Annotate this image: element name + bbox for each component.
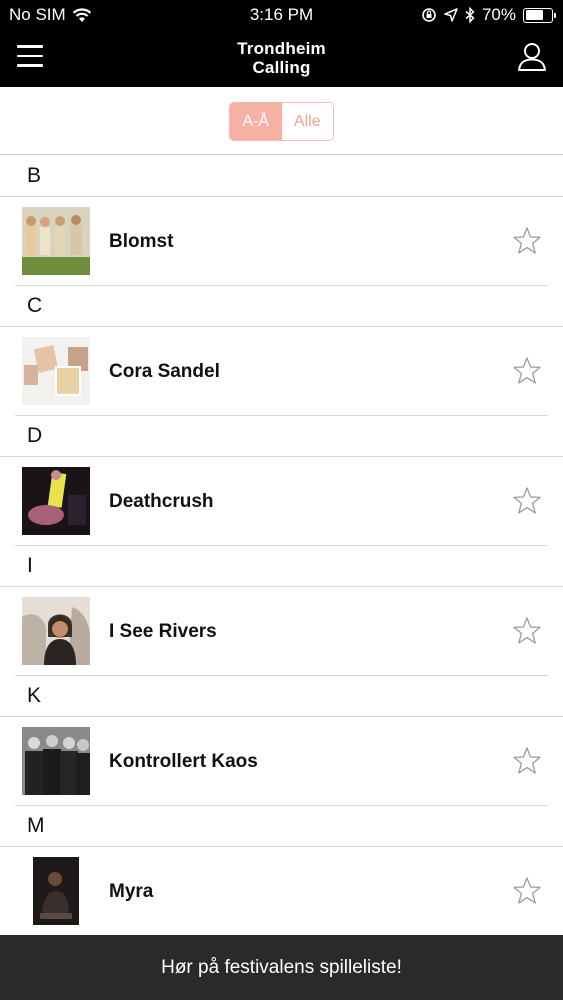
battery-fill [525,10,543,20]
artist-thumbnail [22,857,90,925]
section-header: B [0,156,563,197]
section-header: C [0,286,563,327]
playlist-button[interactable]: Hør på festivalens spilleliste! [0,935,563,1000]
favorite-star-icon[interactable] [512,876,542,906]
artist-name: Myra [109,880,154,902]
section-header: D [0,416,563,457]
artist-row[interactable]: I See Rivers [15,587,548,676]
artist-thumbnail [22,337,90,405]
artist-name: Kontrollert Kaos [109,750,258,772]
artist-thumbnail [22,207,90,275]
artist-thumbnail [22,597,90,665]
artist-name: Blomst [109,230,174,252]
section-letter: K [27,684,42,707]
favorite-star-icon[interactable] [512,356,542,386]
orientation-lock-icon [422,8,436,22]
filter-area: A-Å Alle [0,87,563,155]
nav-bar: Trondheim Calling [0,30,563,87]
status-right: 70% [421,5,556,25]
app-title-line1: Trondheim [237,39,326,58]
status-bar: No SIM 3:16 PM 70% [0,0,563,30]
artist-row[interactable]: Deathcrush [15,457,548,546]
artist-name: Cora Sandel [109,360,220,382]
location-arrow-icon [444,8,458,22]
artist-list: B Blomst C Cora Sandel D Deathcrush I I … [0,156,563,936]
artist-thumbnail [22,727,90,795]
section-header: K [0,676,563,717]
favorite-star-icon[interactable] [512,746,542,776]
section-letter: B [27,164,42,187]
section-header: M [0,806,563,847]
section-header: I [0,546,563,587]
artist-row[interactable]: Cora Sandel [15,327,548,416]
favorite-star-icon[interactable] [512,226,542,256]
segment-a-z[interactable]: A-Å [230,103,282,140]
section-letter: M [27,814,45,837]
section-letter: D [27,424,43,447]
battery-icon [523,7,556,23]
sort-segmented-control: A-Å Alle [229,102,334,141]
artist-row[interactable]: Blomst [15,197,548,286]
artist-thumbnail [22,467,90,535]
bluetooth-icon [465,7,475,23]
section-letter: I [27,554,33,577]
user-profile-icon[interactable] [517,41,547,73]
favorite-star-icon[interactable] [512,486,542,516]
battery-percent: 70% [481,5,516,24]
artist-name: I See Rivers [109,620,217,642]
app-title-line2: Calling [252,58,311,77]
battery-tip [554,12,556,18]
artist-row[interactable]: Myra [15,847,548,936]
section-letter: C [27,294,43,317]
favorite-star-icon[interactable] [512,616,542,646]
app-title: Trondheim Calling [0,39,563,77]
segment-all[interactable]: Alle [281,103,333,140]
artist-name: Deathcrush [109,490,214,512]
artist-row[interactable]: Kontrollert Kaos [15,717,548,806]
